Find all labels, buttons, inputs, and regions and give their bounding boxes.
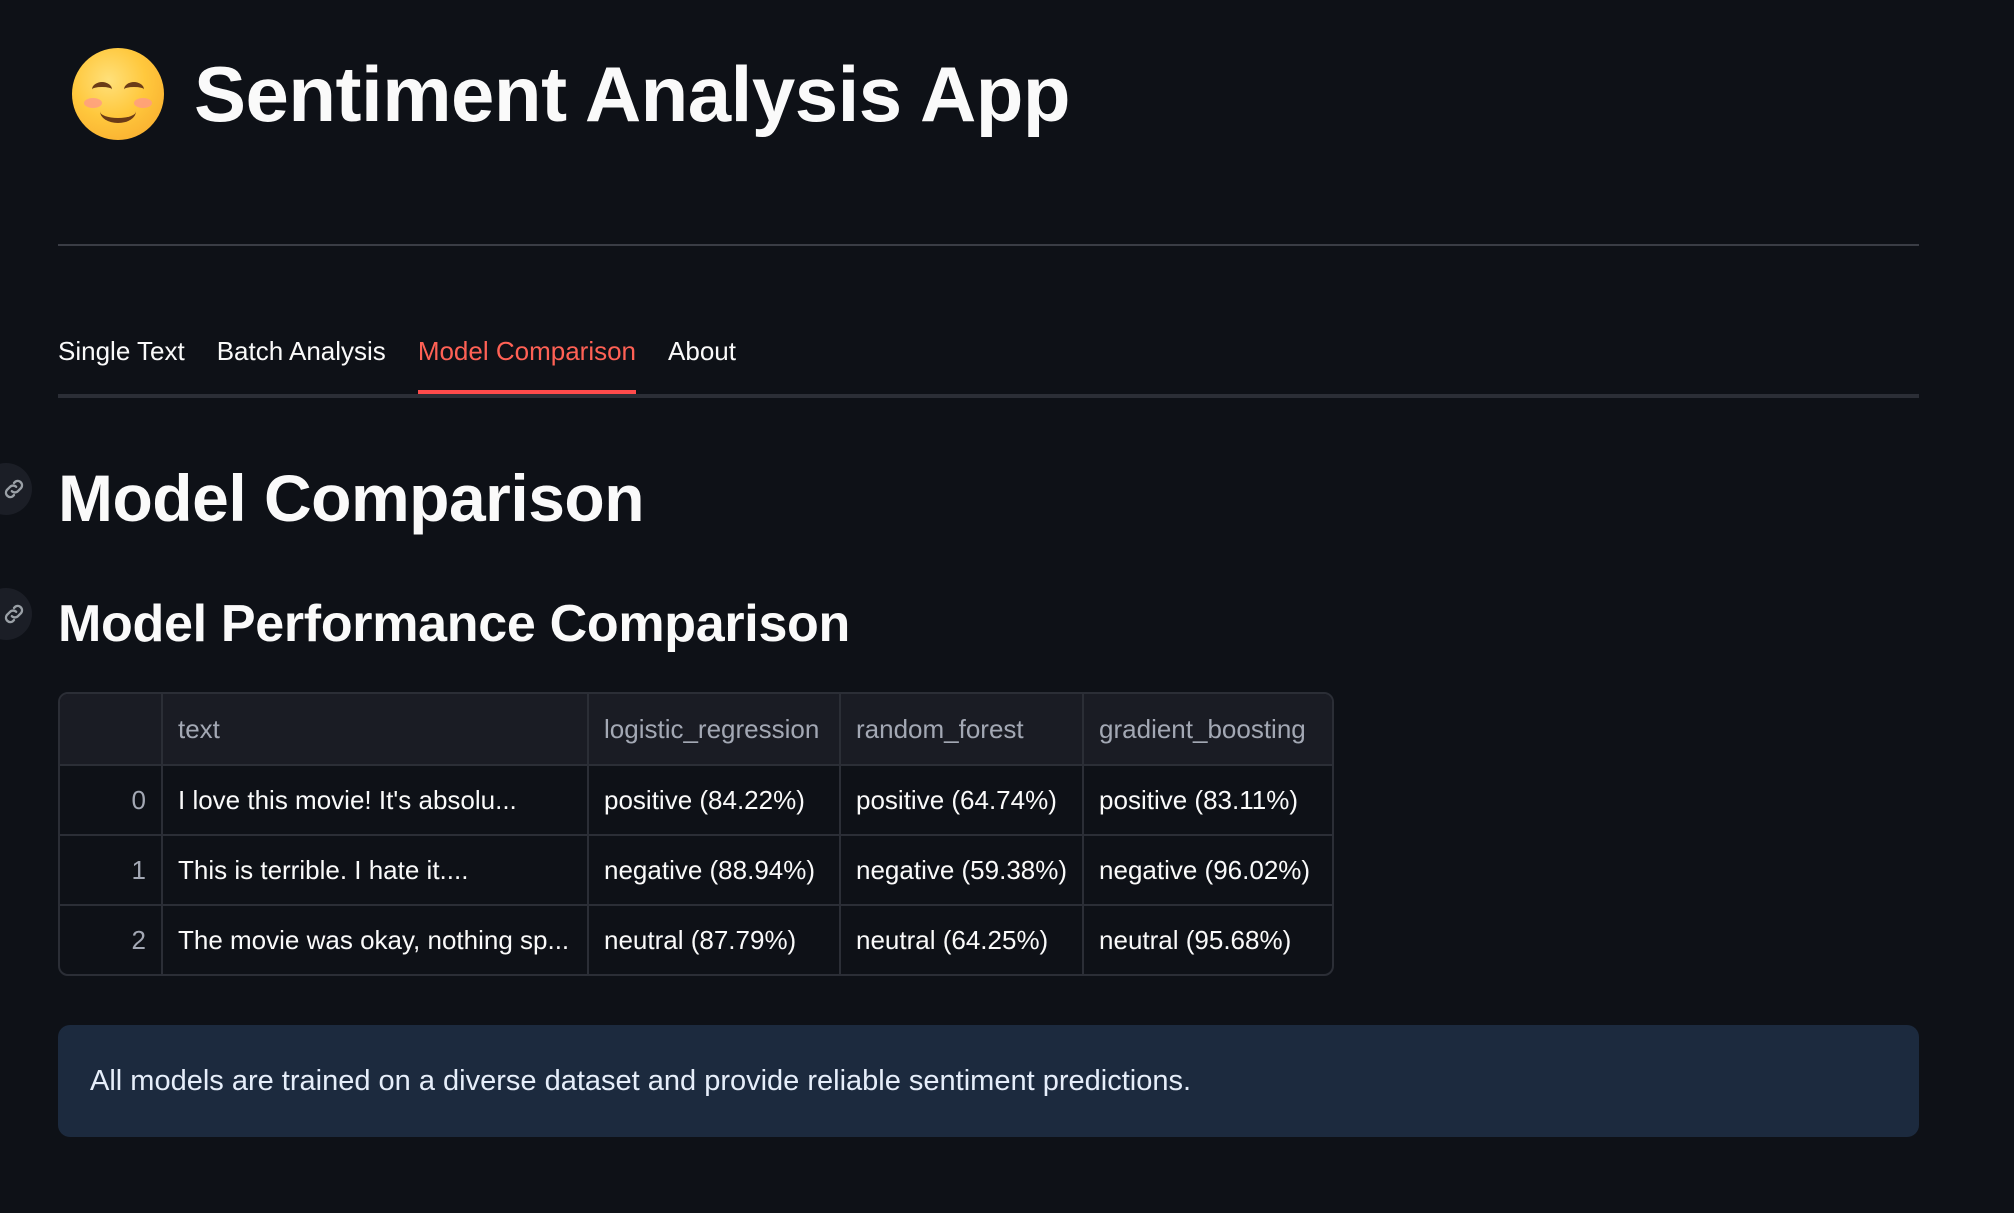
heading-link-icon[interactable]	[0, 463, 32, 515]
comparison-table[interactable]: text logistic_regression random_forest g…	[58, 692, 1335, 976]
tab-model-comparison[interactable]: Model Comparison	[417, 330, 637, 394]
table-header-row: text logistic_regression random_forest g…	[60, 694, 1333, 766]
subheading-link-icon[interactable]	[0, 588, 32, 640]
cell-logistic-regression[interactable]: positive (84.22%)	[588, 765, 841, 836]
column-header-logistic-regression[interactable]: logistic_regression	[588, 694, 841, 766]
header-divider	[58, 244, 1919, 246]
table-row: 2 The movie was okay, nothing sp... neut…	[60, 905, 1332, 974]
row-index: 2	[60, 905, 163, 974]
cell-random-forest[interactable]: neutral (64.25%)	[840, 905, 1085, 974]
smiling-face-icon	[72, 48, 164, 140]
row-index: 1	[60, 835, 163, 906]
info-alert-text: All models are trained on a diverse data…	[90, 1064, 1192, 1097]
column-header-text[interactable]: text	[162, 694, 589, 766]
cell-random-forest[interactable]: negative (59.38%)	[840, 835, 1085, 906]
page-heading: Model Comparison	[58, 461, 645, 535]
cell-gradient-boosting[interactable]: negative (96.02%)	[1083, 835, 1333, 906]
app-page: Sentiment Analysis App Single Text Batch…	[0, 0, 2014, 1213]
table-row: 0 I love this movie! It's absolu... posi…	[60, 765, 1333, 836]
app-header: Sentiment Analysis App	[72, 48, 1071, 140]
column-header-random-forest[interactable]: random_forest	[840, 694, 1085, 766]
tab-batch-analysis[interactable]: Batch Analysis	[217, 330, 386, 390]
table-row: 1 This is terrible. I hate it.... negati…	[60, 835, 1333, 906]
tab-single-text[interactable]: Single Text	[58, 330, 185, 390]
column-header-index[interactable]	[60, 694, 163, 766]
row-index: 0	[60, 765, 163, 836]
cell-random-forest[interactable]: positive (64.74%)	[840, 765, 1085, 836]
cell-logistic-regression[interactable]: negative (88.94%)	[588, 835, 841, 906]
cell-gradient-boosting[interactable]: neutral (95.68%)	[1083, 905, 1332, 974]
cell-gradient-boosting[interactable]: positive (83.11%)	[1083, 765, 1333, 836]
info-alert: All models are trained on a diverse data…	[58, 1025, 1919, 1137]
cell-text[interactable]: I love this movie! It's absolu...	[162, 765, 589, 836]
cell-logistic-regression[interactable]: neutral (87.79%)	[588, 905, 841, 974]
cell-text[interactable]: The movie was okay, nothing sp...	[162, 905, 589, 974]
tab-about[interactable]: About	[668, 330, 736, 390]
app-title: Sentiment Analysis App	[194, 49, 1071, 138]
cell-text[interactable]: This is terrible. I hate it....	[162, 835, 589, 906]
column-header-gradient-boosting[interactable]: gradient_boosting	[1083, 694, 1333, 766]
tab-bar: Single Text Batch Analysis Model Compari…	[58, 330, 1919, 398]
section-heading: Model Performance Comparison	[58, 595, 850, 653]
